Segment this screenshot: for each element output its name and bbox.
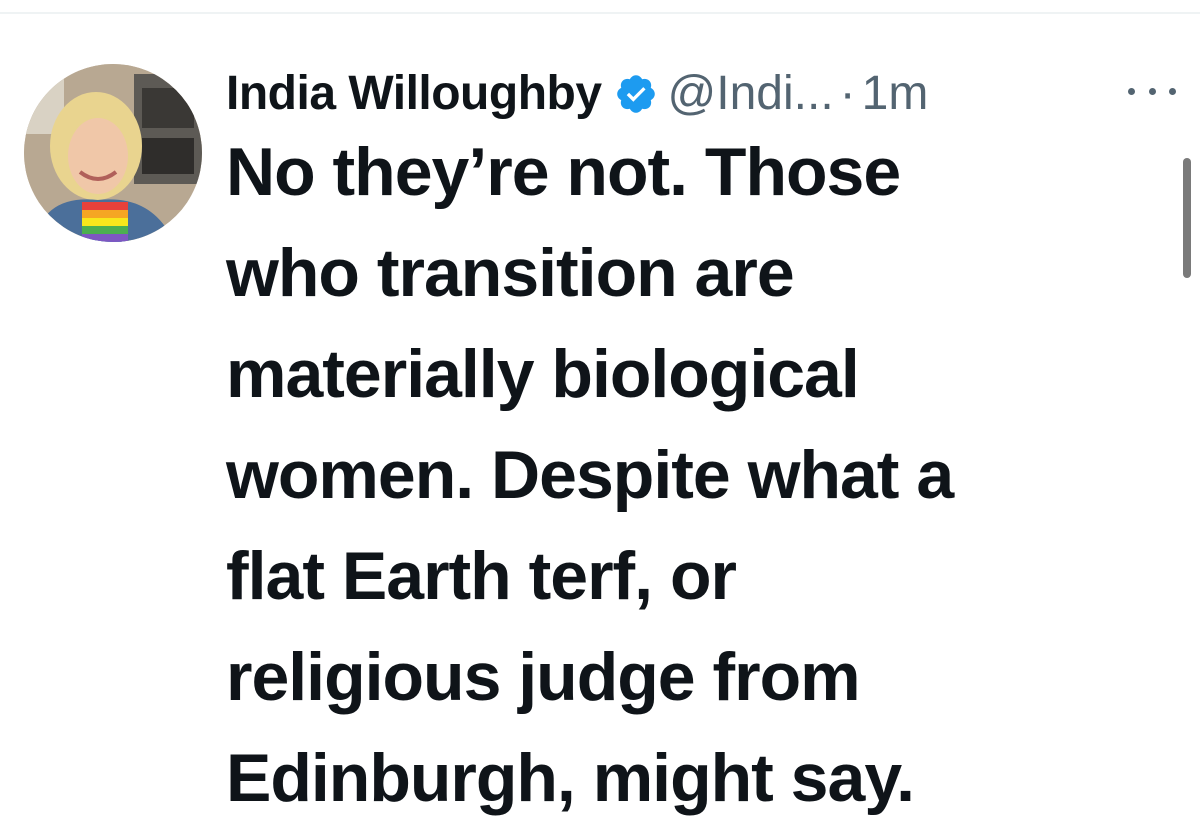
tweet-header: India Willoughby @Indi... · 1m	[226, 64, 928, 124]
verified-badge-icon	[614, 72, 658, 116]
separator-dot: ·	[839, 67, 856, 120]
more-dot	[1148, 87, 1156, 95]
display-name[interactable]: India Willoughby	[226, 64, 602, 124]
avatar[interactable]	[24, 64, 202, 242]
tweet-screenshot: India Willoughby @Indi... · 1m No they’r…	[0, 0, 1200, 839]
avatar-image	[24, 64, 202, 242]
more-dot	[1169, 87, 1176, 95]
more-horizontal-icon[interactable]	[1128, 76, 1176, 106]
user-handle[interactable]: @Indi...	[668, 64, 834, 124]
more-dot	[1128, 87, 1135, 95]
tweet-text: No they’re not. Those who transition are…	[226, 134, 954, 816]
timestamp[interactable]: 1m	[862, 64, 929, 124]
scrollbar[interactable]	[1183, 158, 1191, 278]
top-divider	[0, 12, 1200, 14]
